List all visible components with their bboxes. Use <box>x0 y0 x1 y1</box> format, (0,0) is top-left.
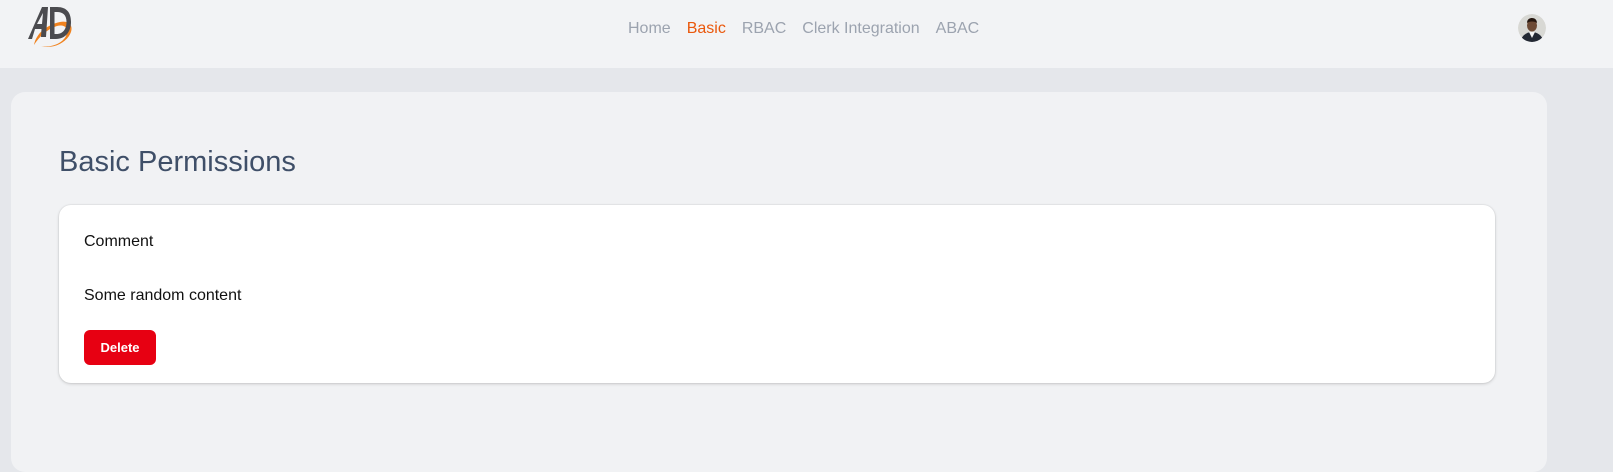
delete-button[interactable]: Delete <box>84 330 156 365</box>
nav-item-clerk-integration[interactable]: Clerk Integration <box>802 18 919 40</box>
top-navbar: Home Basic RBAC Clerk Integration ABAC <box>0 0 1613 68</box>
page-title: Basic Permissions <box>59 146 296 178</box>
main-panel: Basic Permissions Comment Some random co… <box>11 92 1547 472</box>
nav-item-basic[interactable]: Basic <box>687 18 726 40</box>
main-nav: Home Basic RBAC Clerk Integration ABAC <box>628 18 979 40</box>
nav-item-abac[interactable]: ABAC <box>936 18 980 40</box>
ad-logo-icon[interactable] <box>26 2 76 52</box>
nav-item-home[interactable]: Home <box>628 18 671 40</box>
comment-title: Comment <box>84 233 154 250</box>
comment-card: Comment Some random content Delete <box>59 205 1495 383</box>
comment-content: Some random content <box>84 287 242 304</box>
user-avatar[interactable] <box>1518 14 1546 42</box>
nav-item-rbac[interactable]: RBAC <box>742 18 786 40</box>
